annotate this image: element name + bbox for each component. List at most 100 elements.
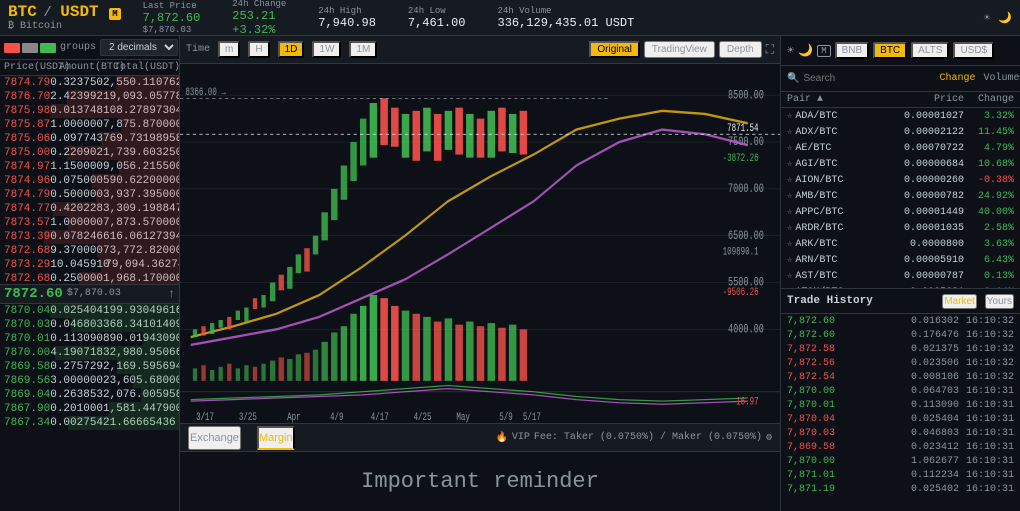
ob-bid-row[interactable]: 7870.04 0.025404 199.93049616	[0, 304, 179, 318]
ob-ask-row[interactable]: 7876.70 2.423992 19,093.05778640	[0, 90, 179, 104]
svg-text:May: May	[456, 411, 470, 423]
ob-bids: 7870.04 0.025404 199.93049616 7870.03 0.…	[0, 304, 179, 511]
ob-ask-row[interactable]: 7874.96 0.075000 590.62200000	[0, 174, 179, 188]
ob-bid-row[interactable]: 7870.00 4.190718 32,980.95066000	[0, 346, 179, 360]
trade-history-title: Trade History	[787, 295, 873, 307]
trade-history-item: 7,869.58 0.023412 16:10:31	[781, 440, 1020, 454]
expand-icon[interactable]: ⛶	[766, 43, 774, 57]
view-depth[interactable]: Depth	[719, 41, 762, 58]
pair-list-item[interactable]: ☆ AE/BTC 0.00070722 4.79%	[781, 140, 1020, 156]
right-panel: ☀ 🌙 M BNB BTC ALTS USD$ 🔍 Change Volume	[780, 36, 1020, 511]
market-button[interactable]: Market	[942, 294, 977, 309]
pair-list-item[interactable]: ☆ AGI/BTC 0.00000684 10.68%	[781, 156, 1020, 172]
ob-ask-row[interactable]: 7875.00 0.220902 1,739.60325000	[0, 146, 179, 160]
pair-list-item[interactable]: ☆ ADA/BTC 0.00001027 3.32%	[781, 108, 1020, 124]
chain-bnb[interactable]: BNB	[835, 42, 870, 59]
pair-list-item[interactable]: ☆ AST/BTC 0.00000787 0.13%	[781, 268, 1020, 284]
pair-list-item[interactable]: ☆ AMB/BTC 0.00000782 24.92%	[781, 188, 1020, 204]
pair-change: 10.68%	[964, 159, 1014, 170]
trade-time: 16:10:31	[959, 442, 1014, 453]
search-input[interactable]	[803, 73, 935, 84]
ob-ask-row[interactable]: 7874.79 0.323750 2,550.11076250	[0, 76, 179, 90]
high-value: 7,940.98	[318, 16, 376, 30]
trade-time: 16:10:32	[959, 372, 1014, 383]
ob-ask-row[interactable]: 7875.06 0.097743 769.73198958	[0, 132, 179, 146]
groups-label: groups	[60, 42, 96, 53]
ob-ask-row[interactable]: 7873.57 1.000000 7,873.57000000	[0, 216, 179, 230]
svg-text:4/17: 4/17	[371, 411, 389, 423]
pair-list-item[interactable]: ☆ ARN/BTC 0.00005910 6.43%	[781, 252, 1020, 268]
view-tradingview[interactable]: TradingView	[644, 41, 715, 58]
ob-ask-row[interactable]: 7873.29 10.045910 79,094.36274390	[0, 258, 179, 272]
svg-text:Apr: Apr	[287, 411, 300, 423]
trade-history-item: 7,872.56 0.023506 16:10:32	[781, 356, 1020, 370]
ob-bid-row[interactable]: 7867.90 0.201000 1,581.44790000	[0, 402, 179, 416]
low-label: 24h Low	[408, 6, 466, 16]
sun-icon[interactable]: ☀	[787, 43, 794, 58]
yours-button[interactable]: Yours	[985, 294, 1014, 309]
chain-alts[interactable]: ALTS	[911, 42, 949, 59]
pair-list-item[interactable]: ☆ ARK/BTC 0.0000800 3.63%	[781, 236, 1020, 252]
ob-bid-row[interactable]: 7870.01 0.113090 890.01943090	[0, 332, 179, 346]
change-radio-label[interactable]: Change	[939, 73, 975, 84]
trade-history-item: 7,870.01 0.113090 16:10:31	[781, 398, 1020, 412]
pair-price: 0.00001035	[894, 223, 964, 234]
pair-list-item[interactable]: ☆ ADX/BTC 0.00002122 11.45%	[781, 124, 1020, 140]
high-stat: 24h High 7,940.98	[308, 6, 386, 30]
ob-ask-row[interactable]: 7874.79 0.500000 3,937.39500000	[0, 188, 179, 202]
svg-text:5/17: 5/17	[523, 411, 541, 423]
low-stat: 24h Low 7,461.00	[398, 6, 476, 30]
trade-price: 7,872.54	[787, 372, 837, 383]
trade-price: 7,872.60	[787, 330, 837, 341]
tab-exchange[interactable]: Exchange	[188, 426, 241, 450]
ob-ask-row[interactable]: 7872.68 9.370000 73,772.82000000	[0, 244, 179, 258]
ob-bid-row[interactable]: 7870.03 0.046803 368.34101409	[0, 318, 179, 332]
ob-bid-row[interactable]: 7869.04 0.263853 2,076.00595812	[0, 388, 179, 402]
star-icon: ☆	[787, 127, 792, 137]
pair-name: ARDR/BTC	[795, 223, 894, 234]
ob-bid-row[interactable]: 7869.58 0.275729 2,169.59569482	[0, 360, 179, 374]
change-stat: 24h Change 253.21 +3.32%	[222, 0, 296, 37]
ob-bid-row[interactable]: 7867.34 0.002754 21.66665436	[0, 416, 179, 430]
last-price-value: 7,872.60	[143, 11, 201, 25]
tf-h[interactable]: H	[248, 41, 269, 58]
search-box: 🔍 Change Volume	[781, 66, 1020, 92]
moon-icon[interactable]: 🌙	[798, 43, 813, 58]
pair-list-header: Pair ▲ Price Change	[781, 92, 1020, 108]
settings-icon[interactable]: ⚙	[766, 432, 772, 444]
header-icons: ☀ 🌙	[984, 11, 1012, 25]
moon-icon[interactable]: 🌙	[998, 11, 1012, 25]
chain-btc[interactable]: BTC	[873, 42, 907, 59]
pair-list-item[interactable]: ☆ ARDR/BTC 0.00001035 2.58%	[781, 220, 1020, 236]
decimals-select[interactable]: 2 decimals	[100, 39, 178, 56]
ob-bid-row[interactable]: 7869.56 3.000000 23,605.68000000	[0, 374, 179, 388]
trade-amount: 0.046803	[837, 428, 959, 439]
pair-list-item[interactable]: ☆ APPC/BTC 0.00001449 40.00%	[781, 204, 1020, 220]
trade-history-item: 7,870.00 1.062677 16:10:31	[781, 454, 1020, 468]
trade-price: 7,869.58	[787, 442, 837, 453]
reminder-text: Important reminder	[361, 469, 599, 494]
star-icon: ☆	[787, 239, 792, 249]
trade-amount: 0.112234	[837, 470, 959, 481]
tab-margin[interactable]: Margin	[257, 426, 295, 450]
star-icon: ☆	[787, 271, 792, 281]
tf-m[interactable]: m	[218, 41, 240, 58]
sun-icon[interactable]: ☀	[984, 11, 991, 25]
pair-title: BTC / USDT M	[8, 3, 121, 21]
ob-ask-row[interactable]: 7874.77 0.420228 3,309.19884756	[0, 202, 179, 216]
star-icon: ☆	[787, 159, 792, 169]
chain-usd[interactable]: USD$	[953, 42, 994, 59]
pair-list-item[interactable]: ☆ AION/BTC 0.00000260 -0.38%	[781, 172, 1020, 188]
pair-list: ☆ ADA/BTC 0.00001027 3.32% ☆ ADX/BTC 0.0…	[781, 108, 1020, 288]
tf-1w[interactable]: 1W	[312, 41, 341, 58]
ob-ask-row[interactable]: 7872.68 0.250000 1,968.17000000	[0, 272, 179, 284]
volume-radio-label[interactable]: Volume	[983, 73, 1019, 84]
ob-ask-row[interactable]: 7874.97 1.150000 9,056.21550000	[0, 160, 179, 174]
tf-1m[interactable]: 1M	[349, 41, 377, 58]
chart-view-buttons: Original TradingView Depth ⛶	[589, 41, 774, 58]
ob-ask-row[interactable]: 7873.39 0.078246 616.06127394	[0, 230, 179, 244]
ob-ask-row[interactable]: 7875.87 1.000000 7,875.87000000	[0, 118, 179, 132]
ob-ask-row[interactable]: 7875.98 0.013748 108.27897304	[0, 104, 179, 118]
view-original[interactable]: Original	[589, 41, 639, 58]
tf-1d[interactable]: 1D	[278, 41, 305, 58]
